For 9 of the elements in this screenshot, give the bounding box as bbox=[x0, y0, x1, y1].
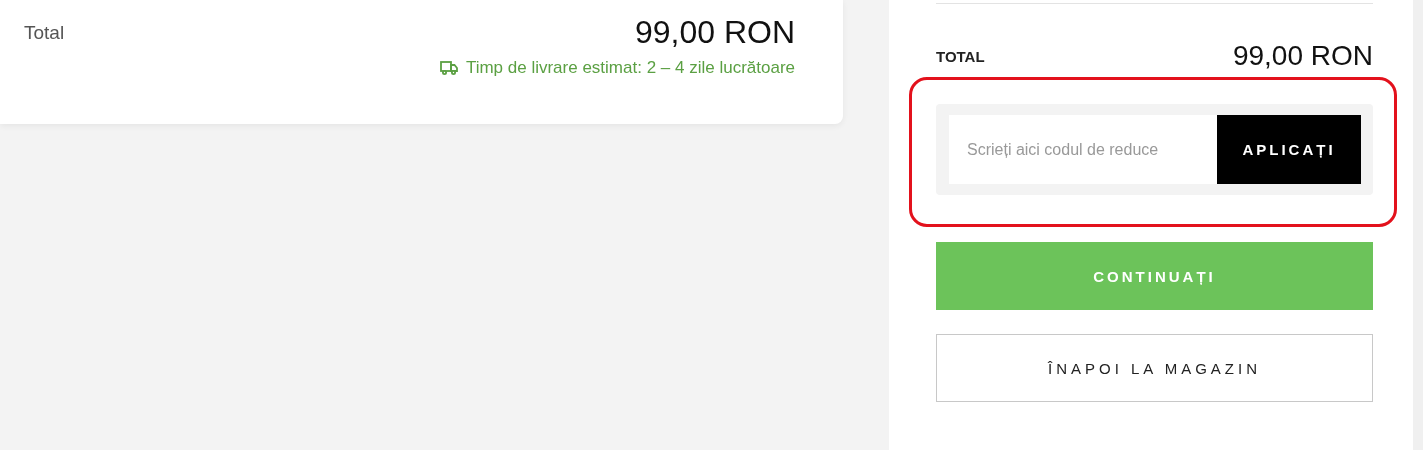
delivery-estimate: Timp de livrare estimat: 2 – 4 zile lucrătoare bbox=[465, 58, 795, 78]
total-label: TOTAL bbox=[936, 47, 985, 65]
total-price: 99,00 RON bbox=[634, 14, 795, 50]
total-price: 99,00 RON bbox=[1232, 40, 1373, 72]
back-to-shop-button[interactable]: ÎNAPOI LA MAGAZIN bbox=[936, 334, 1373, 402]
total-label: Total bbox=[24, 22, 65, 45]
discount-code-field[interactable]: Scrieți aici codul de reduce bbox=[949, 115, 1217, 184]
apply-button[interactable]: APLICAȚI bbox=[1217, 115, 1361, 184]
truck-icon bbox=[439, 61, 458, 75]
